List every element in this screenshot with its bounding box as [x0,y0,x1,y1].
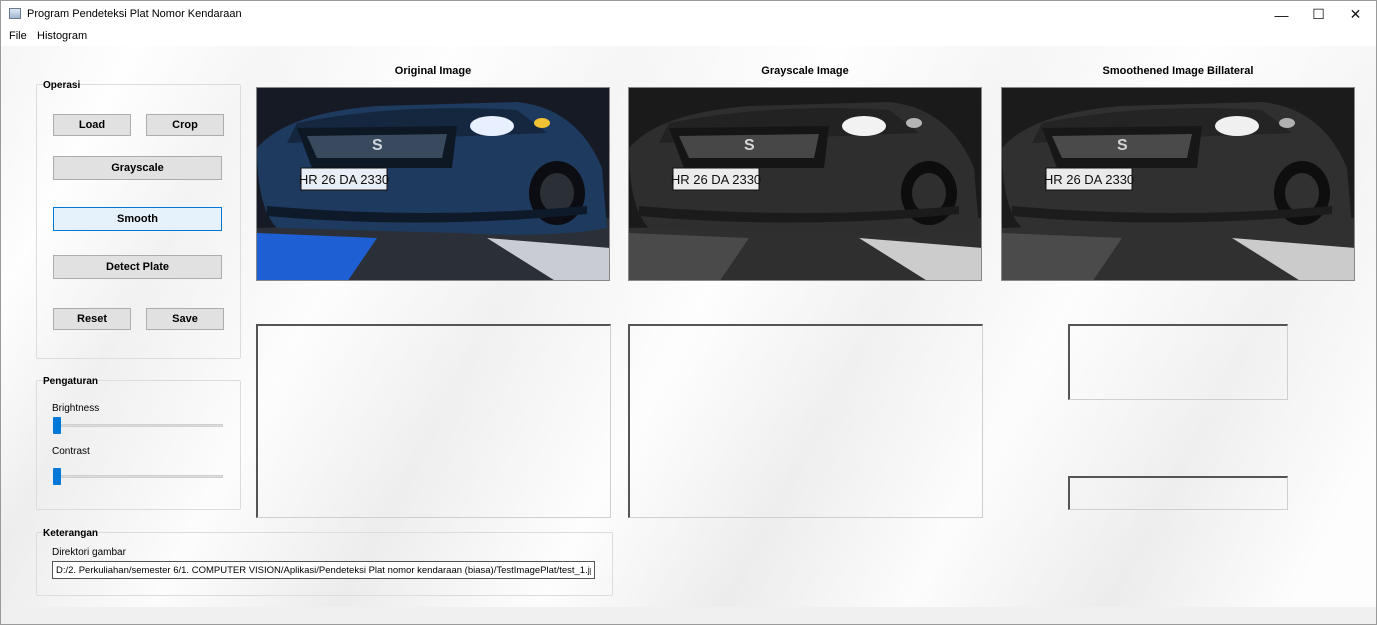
plate-crop-panel [1068,324,1288,400]
close-button[interactable]: ✕ [1333,1,1376,28]
crop-button[interactable]: Crop [146,114,224,136]
grayscale-plate-text: HR 26 DA 2330 [671,172,761,187]
smoothened-plate-text: HR 26 DA 2330 [1044,172,1134,187]
grayscale-image: HR 26 DA 2330 S [628,87,982,281]
plate-text-panel [1068,476,1288,510]
brightness-slider-thumb[interactable] [53,417,61,434]
smoothened-image: HR 26 DA 2330 S [1001,87,1355,281]
contrast-label: Contrast [52,446,90,457]
detect-plate-button[interactable]: Detect Plate [53,255,222,279]
grayscale-image-title: Grayscale Image [761,65,849,77]
grayscale-button[interactable]: Grayscale [53,156,222,180]
operasi-title: Operasi [43,80,81,91]
original-image: HR 26 DA 2330 S [256,87,610,281]
smooth-button[interactable]: Smooth [53,207,222,231]
load-button[interactable]: Load [53,114,131,136]
menu-file[interactable]: File [9,30,27,42]
brightness-slider-track[interactable] [53,424,223,427]
original-logo-text: S [372,137,383,154]
app-window: Program Pendeteksi Plat Nomor Kendaraan … [0,0,1377,625]
save-button[interactable]: Save [146,308,224,330]
brightness-label: Brightness [52,403,100,414]
app-icon [9,8,21,19]
pengaturan-group [36,380,241,510]
grayscale-logo-text: S [744,137,755,154]
result-panel-middle [628,324,983,518]
contrast-slider-track[interactable] [53,475,223,478]
original-plate-text: HR 26 DA 2330 [299,172,389,187]
window-title: Program Pendeteksi Plat Nomor Kendaraan [27,8,242,20]
smoothened-logo-text: S [1117,137,1128,154]
status-bar [1,607,1376,624]
original-image-title: Original Image [394,65,472,77]
menu-histogram[interactable]: Histogram [37,30,87,42]
reset-button[interactable]: Reset [53,308,131,330]
title-bar[interactable]: Program Pendeteksi Plat Nomor Kendaraan … [1,1,1376,28]
menu-bar: File Histogram [1,28,1376,47]
keterangan-title: Keterangan [43,528,99,539]
directory-field[interactable] [52,561,595,579]
smoothened-image-title: Smoothened Image Billateral [1102,65,1254,77]
contrast-slider-thumb[interactable] [53,468,61,485]
directory-label: Direktori gambar [52,547,126,558]
pengaturan-title: Pengaturan [43,376,99,387]
result-panel-left [256,324,611,518]
